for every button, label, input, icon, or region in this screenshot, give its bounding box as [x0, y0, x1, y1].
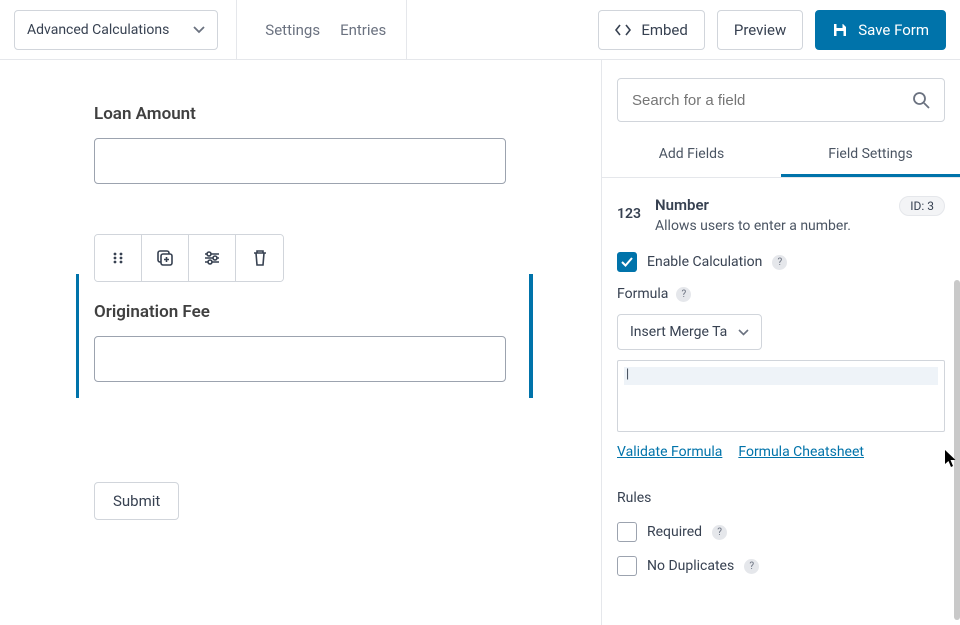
preview-button[interactable]: Preview	[717, 10, 803, 50]
settings-button[interactable]	[189, 235, 236, 281]
tab-add-fields[interactable]: Add Fields	[602, 136, 781, 177]
help-icon[interactable]: ?	[676, 287, 691, 302]
required-row: Required ?	[617, 522, 945, 542]
drag-icon	[111, 251, 125, 265]
save-label: Save Form	[858, 21, 929, 39]
required-label: Required	[647, 524, 702, 540]
enable-calculation-row: Enable Calculation ?	[617, 252, 945, 272]
enable-calculation-checkbox[interactable]	[617, 252, 637, 272]
save-icon	[832, 22, 848, 38]
field-label: Loan Amount	[94, 104, 507, 124]
field-label: Origination Fee	[94, 302, 507, 322]
no-duplicates-row: No Duplicates ?	[617, 556, 945, 576]
duplicate-icon	[156, 249, 174, 267]
delete-button[interactable]	[236, 235, 283, 281]
help-icon[interactable]: ?	[712, 525, 727, 540]
formula-cheatsheet-link[interactable]: Formula Cheatsheet	[738, 444, 864, 460]
formula-section-label: Formula ?	[617, 286, 945, 302]
insert-merge-tag-select[interactable]: Insert Merge Ta	[617, 314, 762, 350]
divider	[406, 0, 407, 60]
formula-links: Validate Formula Formula Cheatsheet	[617, 444, 945, 460]
trash-icon	[252, 249, 268, 267]
submit-button[interactable]: Submit	[94, 482, 179, 520]
search-input[interactable]	[632, 92, 912, 109]
number-type-icon: 123	[617, 196, 641, 222]
field-type-header: 123 Number Allows users to enter a numbe…	[617, 196, 945, 234]
validate-formula-link[interactable]: Validate Formula	[617, 444, 722, 460]
required-checkbox[interactable]	[617, 522, 637, 542]
form-selector[interactable]: Advanced Calculations	[14, 10, 218, 50]
chevron-down-icon	[738, 329, 749, 336]
field-input-preview	[94, 138, 506, 184]
duplicate-button[interactable]	[142, 235, 189, 281]
field-loan-amount[interactable]: Loan Amount	[0, 90, 601, 208]
field-id-badge: ID: 3	[899, 196, 945, 216]
form-canvas: Loan Amount Origination Fee	[0, 60, 602, 625]
field-toolbar	[94, 234, 284, 282]
tab-field-settings[interactable]: Field Settings	[781, 136, 960, 177]
field-type-desc: Allows users to enter a number.	[655, 218, 851, 234]
preview-label: Preview	[734, 21, 786, 39]
enable-calculation-label: Enable Calculation	[647, 254, 762, 270]
sliders-icon	[203, 250, 221, 266]
form-name: Advanced Calculations	[27, 22, 169, 38]
field-settings-panel: 123 Number Allows users to enter a numbe…	[602, 178, 960, 625]
formula-textarea[interactable]: |	[617, 360, 945, 432]
embed-button[interactable]: Embed	[598, 10, 705, 50]
no-duplicates-label: No Duplicates	[647, 558, 734, 574]
no-duplicates-checkbox[interactable]	[617, 556, 637, 576]
save-form-button[interactable]: Save Form	[815, 10, 946, 50]
code-icon	[615, 24, 631, 36]
entries-link[interactable]: Entries	[330, 21, 396, 39]
search-field-wrap[interactable]	[617, 78, 945, 122]
sidebar-tabs: Add Fields Field Settings	[602, 136, 960, 178]
drag-handle[interactable]	[95, 235, 142, 281]
rules-section-title: Rules	[617, 490, 945, 506]
search-icon	[912, 91, 930, 109]
sidebar: Add Fields Field Settings 123 Number All…	[602, 60, 960, 625]
formula-value: |	[624, 367, 938, 385]
chevron-down-icon	[193, 26, 205, 34]
divider	[236, 0, 237, 60]
help-icon[interactable]: ?	[772, 255, 787, 270]
field-input-preview	[94, 336, 506, 382]
embed-label: Embed	[641, 21, 688, 39]
check-icon	[621, 257, 633, 267]
formula-label: Formula	[617, 286, 668, 302]
field-type-name: Number	[655, 196, 851, 214]
field-origination-fee[interactable]: Origination Fee	[0, 208, 601, 406]
merge-tag-label: Insert Merge Ta	[630, 324, 727, 340]
main-area: Loan Amount Origination Fee	[0, 60, 960, 625]
top-bar: Advanced Calculations Settings Entries E…	[0, 0, 960, 60]
scrollbar[interactable]	[954, 280, 960, 620]
help-icon[interactable]: ?	[744, 559, 759, 574]
submit-label: Submit	[113, 492, 160, 510]
settings-link[interactable]: Settings	[255, 21, 330, 39]
